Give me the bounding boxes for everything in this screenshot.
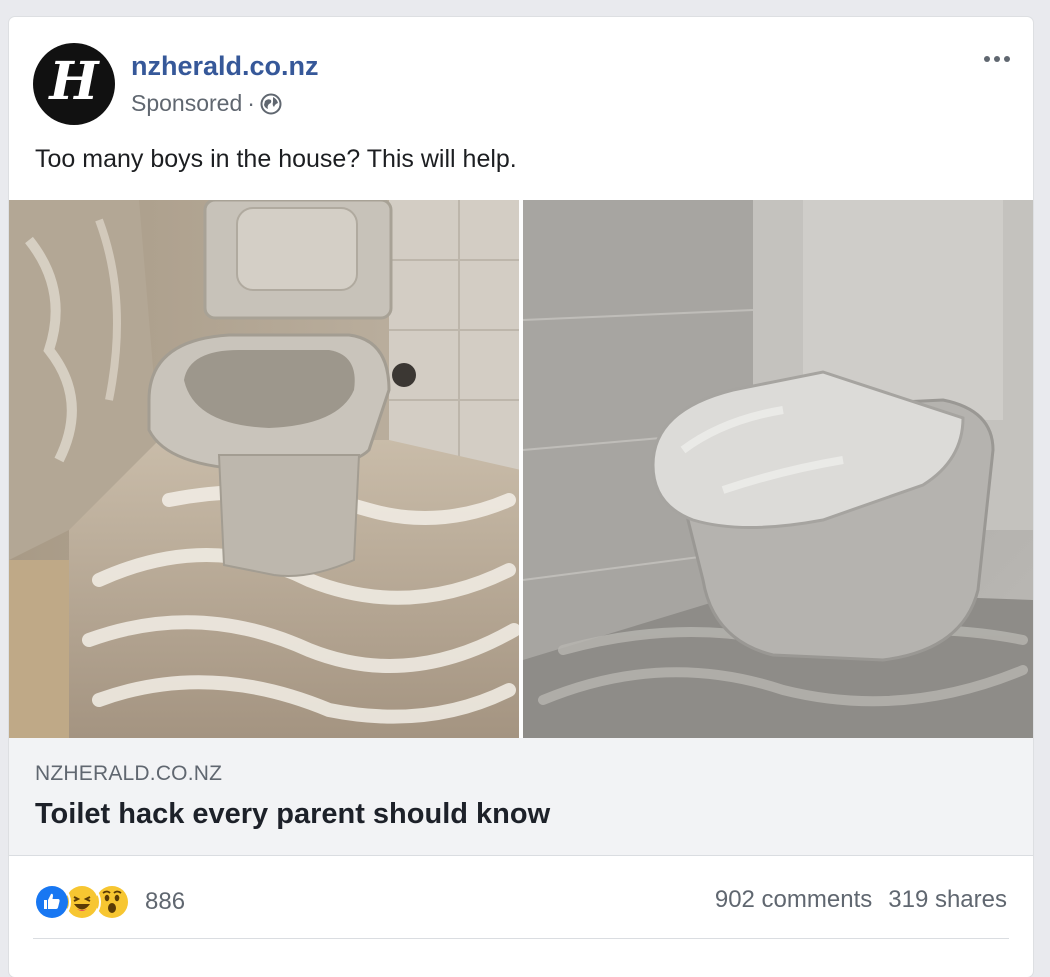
toilet-photo-right bbox=[523, 200, 1033, 738]
post-meta: Sponsored · bbox=[131, 90, 282, 117]
footer-divider bbox=[33, 938, 1009, 939]
page-name-link[interactable]: nzherald.co.nz bbox=[131, 51, 319, 82]
shares-count-link[interactable]: 319 shares bbox=[888, 886, 1007, 914]
post-text: Too many boys in the house? This will he… bbox=[35, 145, 517, 173]
nz-herald-logo-icon: H bbox=[49, 51, 99, 112]
link-preview[interactable]: NZHERALD.CO.NZ Toilet hack every parent … bbox=[9, 738, 1033, 856]
meta-separator: · bbox=[247, 90, 255, 116]
sponsored-post-card: H nzherald.co.nz Sponsored · Too many bo… bbox=[9, 17, 1033, 977]
engagement-stats: 902 comments 319 shares bbox=[715, 886, 1007, 914]
more-options-icon[interactable] bbox=[977, 47, 1017, 71]
like-icon bbox=[33, 883, 71, 921]
comments-count-link[interactable]: 902 comments bbox=[715, 886, 872, 914]
sponsored-label[interactable]: Sponsored bbox=[131, 90, 242, 117]
page-avatar[interactable]: H bbox=[33, 43, 115, 125]
post-image[interactable] bbox=[9, 200, 1033, 738]
photo-divider bbox=[519, 200, 523, 738]
globe-icon[interactable] bbox=[260, 93, 282, 115]
link-domain: NZHERALD.CO.NZ bbox=[35, 762, 223, 785]
link-title[interactable]: Toilet hack every parent should know bbox=[35, 798, 550, 831]
reactions-summary[interactable]: 886 bbox=[33, 883, 185, 921]
reaction-count[interactable]: 886 bbox=[145, 888, 185, 916]
toilet-photo-left bbox=[9, 200, 521, 738]
